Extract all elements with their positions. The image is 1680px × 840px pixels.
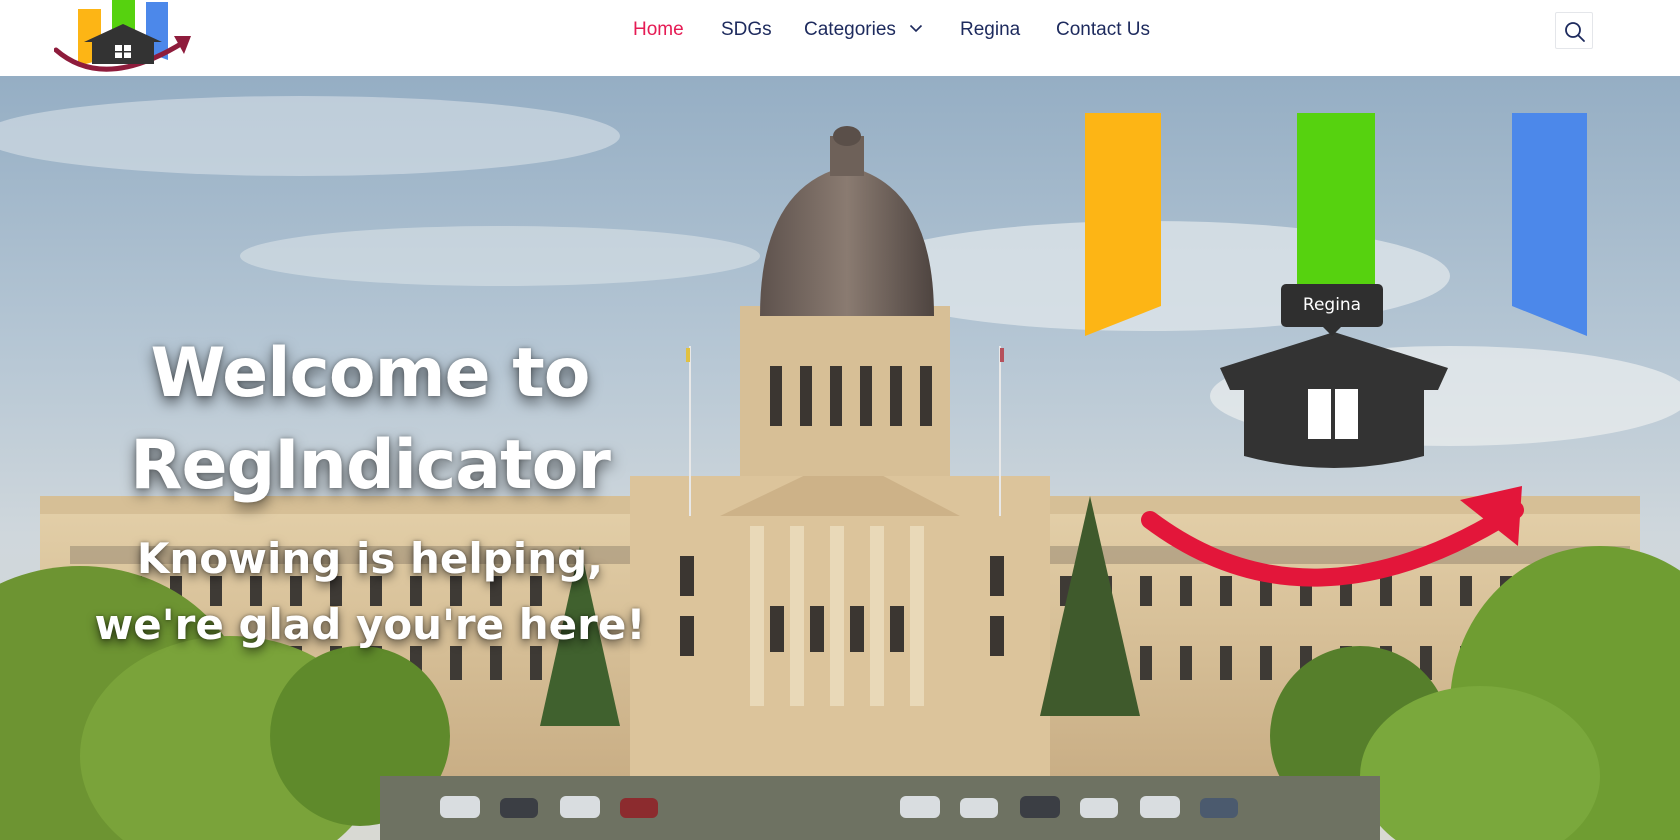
- hero-title: Welcome to RegIndicator: [90, 328, 650, 512]
- hero-subtitle: Knowing is helping, we're glad you're he…: [80, 526, 660, 658]
- search-icon: [1565, 22, 1585, 42]
- hero-subtitle-line2: we're glad you're here!: [94, 600, 646, 649]
- green-bar: [1297, 113, 1375, 300]
- blue-bar: [1512, 113, 1587, 336]
- regindicator-emblem: [1085, 113, 1587, 587]
- orange-bar: [1085, 113, 1161, 336]
- hero-subtitle-line1: Knowing is helping,: [136, 534, 604, 583]
- nav-categories-link[interactable]: Categories: [804, 18, 923, 42]
- regina-tooltip: Regina: [1281, 284, 1383, 336]
- main-nav: Home SDGs Categories Regina Contact Us: [0, 0, 1680, 60]
- site-header: Home SDGs Categories Regina Contact Us: [0, 0, 1680, 76]
- nav-contact-link[interactable]: Contact Us: [1056, 18, 1150, 42]
- search-button[interactable]: [1555, 12, 1593, 49]
- chevron-down-icon: [909, 16, 923, 40]
- hero-title-line2: RegIndicator: [130, 425, 611, 505]
- nav-regina-link[interactable]: Regina: [960, 18, 1020, 42]
- nav-sdgs-link[interactable]: SDGs: [721, 18, 772, 42]
- nav-categories-label: Categories: [804, 19, 896, 41]
- growth-arrow: [1141, 501, 1524, 587]
- hero-title-line1: Welcome to: [150, 333, 591, 413]
- nav-home-link[interactable]: Home: [633, 18, 684, 42]
